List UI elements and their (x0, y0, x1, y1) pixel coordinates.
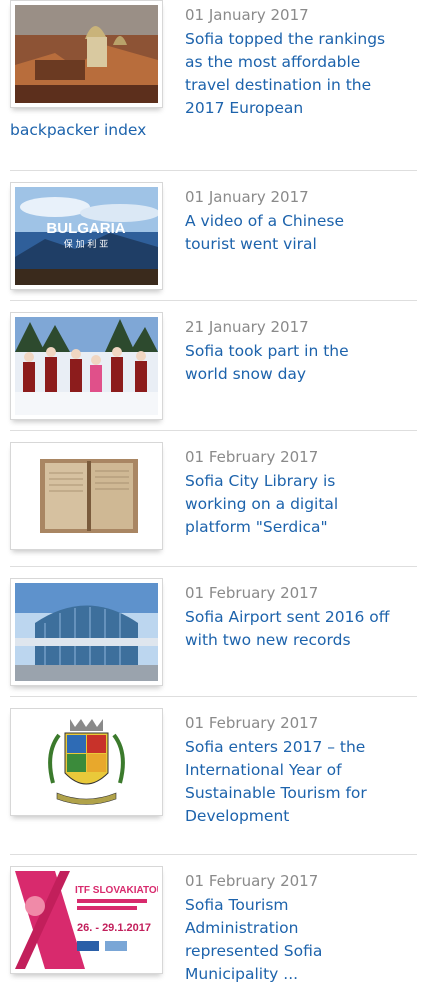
news-title[interactable]: Sofia took part in the world snow day (185, 340, 349, 386)
news-thumbnail[interactable] (10, 0, 163, 108)
news-item: ITF SLOVAKIATOUR 26. - 29.1.2017 01 Febr… (0, 854, 423, 983)
news-title[interactable]: A video of a Chinese tourist went viral (185, 210, 344, 256)
news-item: 01 February 2017 Sofia City Library is w… (0, 430, 423, 566)
image-subcaption: 保 加 利 亚 (64, 238, 109, 250)
news-thumbnail[interactable]: ITF SLOVAKIATOUR 26. - 29.1.2017 (10, 866, 163, 974)
divider (10, 854, 417, 855)
news-date: 01 February 2017 (185, 448, 319, 466)
news-title[interactable]: Sofia Tourism Administration represented… (185, 894, 322, 986)
church-photo-image (15, 5, 158, 103)
news-item: 01 January 2017 Sofia topped the ranking… (0, 0, 423, 170)
poster-dates: 26. - 29.1.2017 (77, 922, 151, 934)
divider (10, 566, 417, 567)
image-caption: BULGARIA (46, 220, 125, 237)
news-date: 01 February 2017 (185, 584, 319, 602)
news-title[interactable]: Sofia enters 2017 – the International Ye… (185, 736, 367, 828)
news-thumbnail[interactable] (10, 442, 163, 550)
snow-group-image (15, 317, 158, 415)
news-date: 21 January 2017 (185, 318, 309, 336)
divider (10, 300, 417, 301)
news-item: 21 January 2017 Sofia took part in the w… (0, 300, 423, 430)
news-thumbnail[interactable] (10, 578, 163, 686)
news-thumbnail[interactable] (10, 312, 163, 420)
news-date: 01 January 2017 (185, 188, 309, 206)
itf-poster-image: ITF SLOVAKIATOUR 26. - 29.1.2017 (15, 871, 158, 969)
bulgaria-video-image: BULGARIA 保 加 利 亚 (15, 187, 158, 285)
news-thumbnail[interactable]: BULGARIA 保 加 利 亚 (10, 182, 163, 290)
news-item: BULGARIA 保 加 利 亚 01 January 2017 A video… (0, 170, 423, 300)
news-date: 01 February 2017 (185, 872, 319, 890)
divider (10, 170, 417, 171)
news-thumbnail[interactable] (10, 708, 163, 816)
airport-image (15, 583, 158, 681)
news-title[interactable]: Sofia topped the rankings as the most af… (185, 28, 385, 120)
divider (10, 696, 417, 697)
news-date: 01 January 2017 (185, 6, 309, 24)
news-item: 01 February 2017 Sofia enters 2017 – the… (0, 696, 423, 854)
news-date: 01 February 2017 (185, 714, 319, 732)
poster-title: ITF SLOVAKIATOUR (75, 885, 158, 896)
news-title[interactable]: Sofia City Library is working on a digit… (185, 470, 338, 539)
old-book-image (15, 447, 158, 545)
news-title-continued[interactable]: backpacker index (10, 119, 146, 142)
divider (10, 430, 417, 431)
news-title[interactable]: Sofia Airport sent 2016 off with two new… (185, 606, 389, 652)
news-item: 01 February 2017 Sofia Airport sent 2016… (0, 566, 423, 696)
coat-of-arms-image (15, 713, 158, 811)
